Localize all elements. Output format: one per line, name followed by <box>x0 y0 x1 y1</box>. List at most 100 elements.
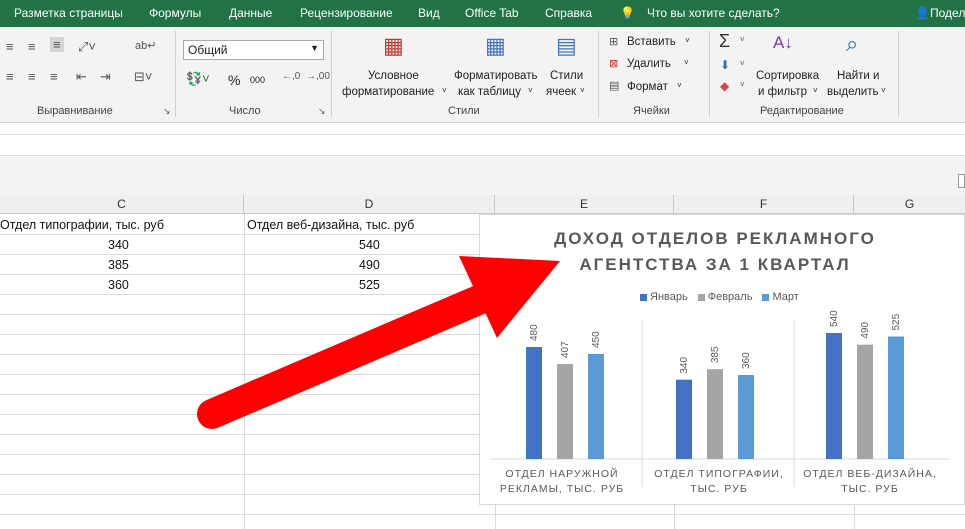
ribbon: ≡ ≡ ≡ ⤢˅ ab↵ ≡ ≡ ≡ ⇤ ⇥ ⊟˅ Выравнивание ↘… <box>0 27 965 123</box>
number-launcher-icon[interactable]: ↘ <box>318 106 326 117</box>
tab-data[interactable]: Данные <box>229 6 272 20</box>
find-label-2[interactable]: выделить <box>827 86 879 98</box>
currency-icon[interactable]: 💱˅ <box>186 71 210 87</box>
wrap-text-icon[interactable]: ab↵ <box>135 39 156 52</box>
cell-d1[interactable]: Отдел веб-дизайна, тыс. руб <box>247 218 414 232</box>
expand-formula-bar-button[interactable] <box>958 174 965 188</box>
find-label-1[interactable]: Найти и <box>837 70 879 82</box>
delete-cells-icon[interactable]: ⊠ <box>609 57 618 70</box>
styles-group-label: Стили <box>448 105 480 117</box>
cell-styles-icon[interactable]: ▤ <box>556 33 577 59</box>
sort-filter-icon[interactable]: A↓ <box>773 33 793 53</box>
cell-c3[interactable]: 385 <box>108 258 129 272</box>
chart[interactable]: ДОХОД ОТДЕЛОВ РЕКЛАМНОГО АГЕНТСТВА ЗА 1 … <box>479 214 965 505</box>
editing-group-label: Редактирование <box>760 105 844 117</box>
cell-c2[interactable]: 340 <box>108 238 129 252</box>
format-table-label-2[interactable]: как таблицу <box>458 86 521 98</box>
autosum-icon[interactable]: Σ <box>719 31 730 52</box>
column-header-c[interactable]: C <box>0 195 244 214</box>
user-icon[interactable]: 👤 <box>915 6 930 20</box>
sort-label-2[interactable]: и фильтр <box>758 86 807 98</box>
format-table-label-1[interactable]: Форматировать <box>454 70 537 82</box>
cell-d2[interactable]: 540 <box>359 238 380 252</box>
format-cells-icon[interactable]: ▤ <box>609 79 619 92</box>
bar[interactable] <box>526 347 542 459</box>
align-middle-icon[interactable]: ≡ <box>28 39 36 54</box>
percent-button[interactable]: % <box>228 72 240 88</box>
clear-icon[interactable]: ◆ <box>720 79 729 93</box>
insert-cells-icon[interactable]: ⊞ <box>609 35 618 48</box>
align-center-icon[interactable]: ≡ <box>28 69 36 84</box>
gridline <box>244 214 245 529</box>
tab-help[interactable]: Справка <box>545 6 592 20</box>
gridline <box>0 514 965 515</box>
category-label-line: РЕКЛАМЫ, ТЫС. РУБ <box>499 483 625 495</box>
format-as-table-icon[interactable]: ▦ <box>485 33 506 59</box>
number-group-label: Число <box>229 105 261 117</box>
decrease-decimal-icon[interactable]: →,00 <box>306 71 330 82</box>
number-format-select[interactable]: Общий ▼ <box>183 40 324 60</box>
align-right-icon[interactable]: ≡ <box>50 69 58 84</box>
column-header-f[interactable]: F <box>674 195 854 214</box>
formula-bar[interactable] <box>0 134 965 156</box>
bar[interactable] <box>676 379 692 459</box>
tab-formulas[interactable]: Формулы <box>149 6 201 20</box>
category-label-line: ОТДЕЛ ВЕБ-ДИЗАЙНА, <box>803 468 937 480</box>
category-label-1: ОТДЕЛ НАРУЖНОЙ РЕКЛАМЫ, ТЫС. РУБ <box>482 467 642 497</box>
align-bottom-icon[interactable]: ≡ <box>50 37 64 52</box>
cell-c4[interactable]: 360 <box>108 278 129 292</box>
divider <box>709 31 710 117</box>
chart-plot: 480 407 450 340 385 360 540 490 525 <box>490 310 950 487</box>
cell-styles-label-1[interactable]: Стили <box>550 70 583 82</box>
bar[interactable] <box>888 336 904 460</box>
fill-icon[interactable]: ⬇ <box>720 58 730 72</box>
chevron-down-icon: ˅ <box>442 86 447 95</box>
column-header-g[interactable]: G <box>854 195 965 214</box>
number-format-value: Общий <box>188 43 228 57</box>
data-label: 360 <box>741 352 752 369</box>
bar[interactable] <box>738 375 754 459</box>
format-button[interactable]: Формат <box>627 81 668 93</box>
thousands-button[interactable]: 000 <box>250 75 265 85</box>
bar[interactable] <box>707 369 723 459</box>
insert-button[interactable]: Вставить <box>627 36 676 48</box>
merge-cells-icon[interactable]: ⊟˅ <box>134 69 152 85</box>
tab-office-tab[interactable]: Office Tab <box>465 6 519 20</box>
bar[interactable] <box>557 364 573 459</box>
bar[interactable] <box>826 333 842 459</box>
cond-format-label-2[interactable]: форматирование <box>342 86 434 98</box>
orientation-icon[interactable]: ⤢˅ <box>78 39 96 55</box>
sort-label-1[interactable]: Сортировка <box>756 70 819 82</box>
decrease-indent-icon[interactable]: ⇤ <box>76 69 87 85</box>
bar[interactable] <box>857 344 873 459</box>
data-label: 540 <box>829 310 840 327</box>
find-select-icon[interactable]: ⌕ <box>846 31 858 57</box>
tab-review[interactable]: Рецензирование <box>300 6 393 20</box>
alignment-launcher-icon[interactable]: ↘ <box>163 106 171 117</box>
cell-d3[interactable]: 490 <box>359 258 380 272</box>
category-label-2: ОТДЕЛ ТИПОГРАФИИ, ТЫС. РУБ <box>644 467 794 497</box>
tab-view[interactable]: Вид <box>418 6 440 20</box>
delete-button[interactable]: Удалить <box>627 58 671 70</box>
cell-styles-label-2[interactable]: ячеек <box>546 86 576 98</box>
chevron-down-icon: ▼ <box>310 43 319 53</box>
column-header-d[interactable]: D <box>244 195 495 214</box>
tab-page-layout[interactable]: Разметка страницы <box>14 6 123 20</box>
data-label: 450 <box>591 331 602 348</box>
chevron-down-icon: ˅ <box>740 59 745 68</box>
increase-decimal-icon[interactable]: ←,0 <box>282 71 300 82</box>
align-left-icon[interactable]: ≡ <box>6 69 14 84</box>
divider <box>598 31 599 117</box>
cond-format-label-1[interactable]: Условное <box>368 70 419 82</box>
column-header-e[interactable]: E <box>495 195 674 214</box>
cell-c1[interactable]: Отдел типографии, тыс. руб <box>0 218 164 232</box>
sheet-toolbar-gap <box>0 157 965 195</box>
share-button[interactable]: Подел <box>930 6 965 20</box>
increase-indent-icon[interactable]: ⇥ <box>100 69 111 85</box>
align-top-icon[interactable]: ≡ <box>6 39 14 54</box>
tell-me-search[interactable]: Что вы хотите сделать? <box>647 6 780 20</box>
cell-d4[interactable]: 525 <box>359 278 380 292</box>
conditional-formatting-icon[interactable]: ▦ <box>383 33 404 59</box>
bar[interactable] <box>588 354 604 459</box>
category-label-line: ОТДЕЛ ТИПОГРАФИИ, <box>654 468 784 480</box>
